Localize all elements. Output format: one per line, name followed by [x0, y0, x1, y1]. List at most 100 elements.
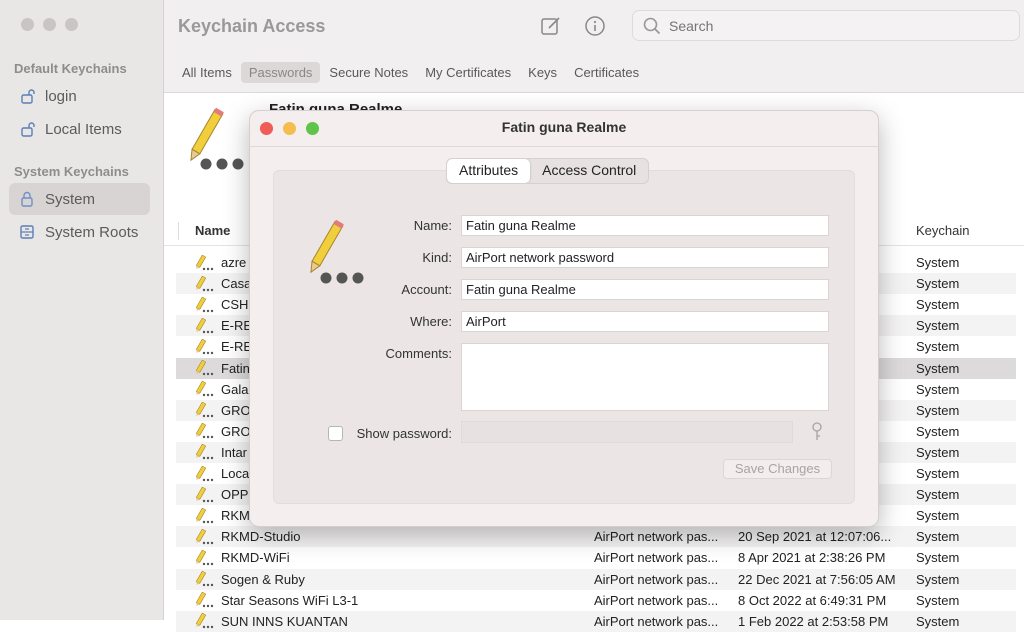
password-item-icon: [194, 613, 218, 629]
sidebar-item-system[interactable]: System: [9, 183, 150, 215]
column-header-name[interactable]: Name: [195, 220, 230, 248]
default-keychains-header: Default Keychains: [14, 61, 127, 76]
dialog-title-divider: [250, 146, 878, 147]
row-kind: AirPort network pas...: [594, 529, 719, 545]
toolbar: Keychain Access All Items Passwords Secu…: [164, 0, 1024, 93]
key-icon[interactable]: [811, 422, 823, 447]
item-info-dialog: Fatin guna Realme Name: Kind: Account: W…: [249, 110, 879, 527]
search-field[interactable]: [632, 10, 1020, 41]
name-label: Name:: [413, 218, 452, 233]
password-item-icon: [194, 381, 218, 397]
where-field[interactable]: [461, 311, 829, 332]
password-item-icon: [194, 465, 218, 482]
sidebar-item-label: System: [45, 190, 96, 208]
category-tabs: All Items Passwords Secure Notes My Cert…: [174, 62, 648, 83]
row-name: RKMD-Studio: [221, 529, 301, 545]
password-item-icon: [194, 402, 218, 418]
show-password-label: Show password:: [356, 426, 452, 441]
password-item-icon: [194, 254, 218, 271]
password-item-icon: [194, 571, 218, 587]
row-name: RKMD-WiFi: [221, 550, 290, 566]
dialog-title: Fatin guna Realme: [501, 119, 627, 135]
window-minimize-button[interactable]: [43, 18, 56, 31]
comments-label: Comments:: [385, 346, 452, 361]
sidebar-item-local-items[interactable]: Local Items: [9, 113, 150, 145]
account-field[interactable]: [461, 279, 829, 300]
password-item-icon: [194, 444, 218, 460]
password-item-icon: [194, 360, 218, 376]
row-kind: AirPort network pas...: [594, 571, 719, 587]
lock-icon: [19, 191, 35, 207]
row-keychain: System: [916, 508, 960, 524]
table-row[interactable]: Sogen & Ruby AirPort network pas... 22 Dec…: [176, 568, 1016, 590]
name-field[interactable]: [461, 215, 829, 236]
system-keychains-header: System Keychains: [14, 164, 129, 179]
dialog-tabs: Attributes Access Control: [446, 158, 650, 184]
table-row[interactable]: RKMD-WiFi AirPort network pas... 8 Apr 202…: [176, 547, 1016, 568]
table-row[interactable]: RKMD-Studio AirPort network pas... 20 Sep …: [176, 526, 1016, 548]
row-keychain: System: [916, 550, 960, 566]
tab-all-items[interactable]: All Items: [174, 62, 240, 83]
row-keychain: System: [916, 318, 960, 334]
sidebar-item-system-roots[interactable]: System Roots: [9, 216, 150, 248]
header-divider: [178, 222, 179, 240]
sidebar-item-label: Local Items: [45, 120, 122, 138]
search-icon: [643, 17, 661, 40]
sidebar-item-label: System Roots: [45, 223, 139, 241]
window-close-button[interactable]: [21, 18, 34, 31]
row-date: 1 Feb 2022 at 2:53:58 PM: [738, 613, 889, 629]
row-keychain: System: [916, 297, 960, 313]
row-date: 8 Oct 2022 at 6:49:31 PM: [738, 592, 887, 608]
tab-secure-notes[interactable]: Secure Notes: [321, 62, 416, 83]
row-date: 8 Apr 2021 at 2:38:26 PM: [738, 550, 886, 566]
kind-field[interactable]: [461, 247, 829, 268]
row-keychain: System: [916, 381, 960, 397]
sidebar: Default Keychains login Local Items Syst…: [0, 0, 164, 620]
password-item-icon: [194, 549, 218, 566]
password-field[interactable]: [461, 421, 793, 443]
row-keychain: System: [916, 339, 960, 355]
tab-keys[interactable]: Keys: [520, 62, 565, 83]
password-item-icon: [194, 317, 218, 334]
password-item-icon: [194, 296, 218, 313]
row-kind: AirPort network pas...: [594, 550, 719, 566]
compose-icon[interactable]: [539, 14, 563, 38]
row-keychain: System: [916, 255, 960, 270]
row-keychain: System: [916, 613, 960, 629]
sidebar-item-label: login: [45, 87, 77, 105]
tab-passwords[interactable]: Passwords: [240, 62, 321, 83]
row-date: 20 Sep 2021 at 12:07:06...: [738, 529, 892, 545]
row-keychain: System: [916, 529, 960, 545]
row-keychain: System: [916, 423, 960, 439]
password-item-icon: [194, 423, 218, 439]
tab-certificates[interactable]: Certificates: [566, 62, 647, 83]
row-keychain: System: [916, 466, 960, 481]
tab-my-certificates[interactable]: My Certificates: [417, 62, 519, 83]
password-item-icon: [194, 275, 218, 292]
password-item-icon: [194, 338, 218, 355]
search-input[interactable]: [667, 15, 1001, 37]
save-changes-button[interactable]: Save Changes: [723, 459, 832, 479]
cabinet-icon: [19, 224, 35, 240]
window-zoom-button[interactable]: [65, 18, 78, 31]
row-kind: AirPort network pas...: [594, 592, 719, 608]
table-row[interactable]: SUN INNS KUANTAN AirPort network pas... 1 …: [176, 610, 1016, 632]
row-kind: AirPort network pas...: [594, 613, 719, 629]
password-item-icon: [194, 507, 218, 524]
row-keychain: System: [916, 360, 960, 376]
comments-field[interactable]: [461, 343, 829, 411]
row-name: Sogen & Ruby: [221, 571, 305, 587]
tab-attributes[interactable]: Attributes: [447, 159, 531, 183]
table-row[interactable]: Star Seasons WiFi L3-1 AirPort network pa…: [176, 590, 1016, 611]
attributes-panel: Name: Kind: Account: Where: Comments: Sh…: [273, 170, 855, 504]
row-keychain: System: [916, 571, 960, 587]
row-name: Star Seasons WiFi L3-1: [221, 592, 359, 608]
kind-label: Kind:: [422, 250, 452, 265]
tab-access-control[interactable]: Access Control: [530, 159, 648, 183]
column-header-keychain[interactable]: Keychain: [916, 220, 969, 248]
lock-open-icon: [19, 88, 35, 104]
sidebar-item-login[interactable]: login: [9, 80, 150, 112]
app-title: Keychain Access: [178, 16, 326, 36]
row-date: 22 Dec 2021 at 7:56:05 AM: [738, 571, 896, 587]
info-icon[interactable]: [583, 14, 607, 38]
